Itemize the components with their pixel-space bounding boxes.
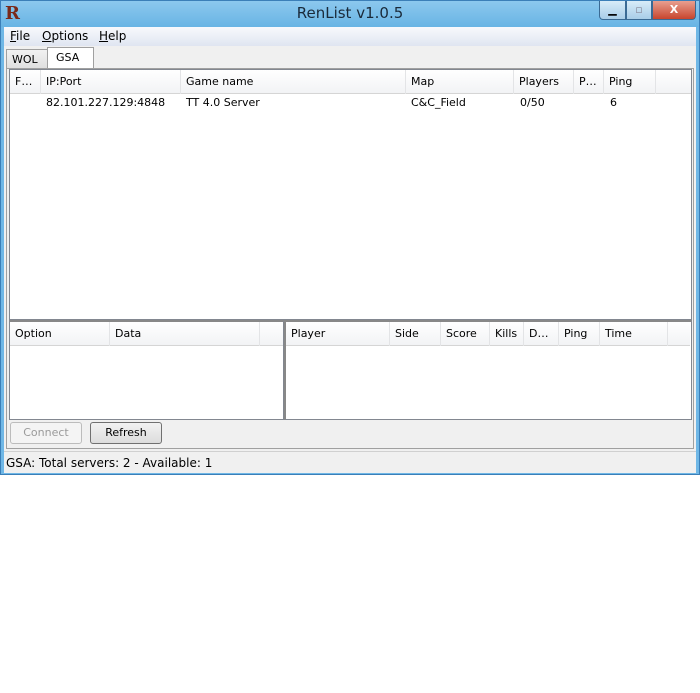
client-area: File Options Help WOL GSA F… IP:Port Gam… [4, 27, 696, 473]
options-list[interactable]: Option Data [9, 320, 284, 420]
col-data[interactable]: Data [110, 322, 260, 346]
col-deaths[interactable]: D… [524, 322, 559, 346]
col-time[interactable]: Time [600, 322, 668, 346]
close-button[interactable]: X [652, 1, 696, 20]
col-game-name[interactable]: Game name [181, 70, 406, 94]
col-kills[interactable]: Kills [490, 322, 524, 346]
server-ping: 6 [610, 96, 617, 109]
server-row[interactable]: 82.101.227.129:4848 TT 4.0 Server C&C_Fi… [10, 96, 691, 114]
server-ip: 82.101.227.129:4848 [46, 96, 166, 109]
menu-options-label: Options [42, 29, 89, 43]
menu-help[interactable]: Help [99, 29, 126, 43]
server-players: 0/50 [520, 96, 545, 109]
col-map[interactable]: Map [406, 70, 514, 94]
col-side[interactable]: Side [390, 322, 441, 346]
server-list[interactable]: F… IP:Port Game name Map Players P… Ping… [9, 69, 692, 320]
players-list-header: Player Side Score Kills D… Ping Time [286, 322, 690, 346]
players-list[interactable]: Player Side Score Kills D… Ping Time [284, 320, 692, 420]
col-p[interactable]: P… [574, 70, 604, 94]
menu-bar: File Options Help [4, 27, 696, 46]
status-bar: GSA: Total servers: 2 - Available: 1 [4, 451, 696, 473]
title-bar[interactable]: R RenList v1.0.5 ▁ ▫ X [1, 1, 699, 27]
server-name: TT 4.0 Server [186, 96, 260, 109]
tab-gsa[interactable]: GSA [47, 47, 94, 69]
options-list-header: Option Data [10, 322, 283, 346]
col-player-ping[interactable]: Ping [559, 322, 600, 346]
app-window: R RenList v1.0.5 ▁ ▫ X File Options Help… [0, 0, 700, 475]
menu-file[interactable]: File [10, 29, 30, 43]
refresh-button[interactable]: Refresh [90, 422, 162, 444]
menu-options[interactable]: Options [42, 29, 88, 43]
col-players[interactable]: Players [514, 70, 574, 94]
server-list-header: F… IP:Port Game name Map Players P… Ping [10, 70, 691, 94]
window-title: RenList v1.0.5 [296, 4, 404, 22]
gsa-tab-panel: F… IP:Port Game name Map Players P… Ping… [6, 68, 694, 449]
tab-wol[interactable]: WOL [6, 49, 48, 68]
col-player[interactable]: Player [286, 322, 390, 346]
col-flag[interactable]: F… [10, 70, 41, 94]
col-score[interactable]: Score [441, 322, 490, 346]
server-map: C&C_Field [411, 96, 466, 109]
menu-help-label: Help [99, 29, 127, 43]
col-ip-port[interactable]: IP:Port [41, 70, 181, 94]
connect-button[interactable]: Connect [10, 422, 82, 444]
col-option[interactable]: Option [10, 322, 110, 346]
maximize-button[interactable]: ▫ [626, 1, 652, 20]
minimize-button[interactable]: ▁ [599, 1, 626, 20]
col-ping[interactable]: Ping [604, 70, 656, 94]
menu-file-label: File [10, 29, 31, 43]
